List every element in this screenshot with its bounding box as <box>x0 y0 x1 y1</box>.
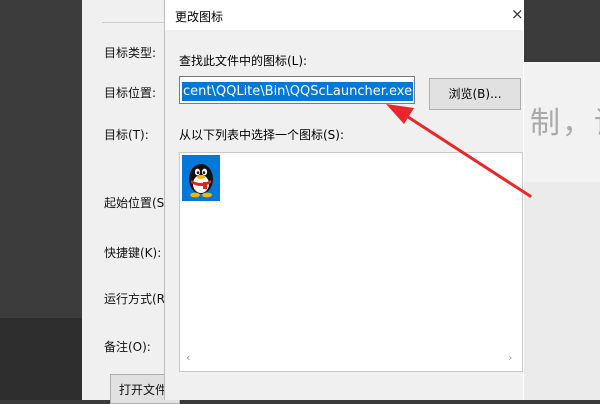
label-comment: 备注(O): <box>104 340 151 354</box>
label-target: 目标(T): <box>104 128 149 142</box>
label-shortcut-key: 快捷键(K): <box>104 246 162 260</box>
icon-file-path-input[interactable]: cent\QQLite\Bin\QQScLauncher.exe <box>179 76 415 104</box>
divider <box>102 22 164 23</box>
icon-list-label: 从以下列表中选择一个图标(S): <box>179 128 345 142</box>
qq-penguin-icon <box>189 164 213 198</box>
change-icon-dialog: 更改图标 × 查找此文件中的图标(L): cent\QQLite\Bin\QQS… <box>164 0 524 400</box>
selected-path-text: cent\QQLite\Bin\QQScLauncher.exe <box>182 82 414 101</box>
label-run-mode: 运行方式(R <box>104 292 166 306</box>
close-icon[interactable]: × <box>511 5 524 23</box>
icon-list[interactable]: ‹ › <box>179 152 523 372</box>
scroll-right-icon[interactable]: › <box>508 351 512 364</box>
background-page-text: 制，请 <box>530 106 600 141</box>
background-left-lower <box>0 318 82 400</box>
icon-list-item-selected[interactable] <box>182 155 220 201</box>
scroll-left-icon[interactable]: ‹ <box>186 351 190 364</box>
label-target-location: 目标位置: <box>104 86 157 100</box>
dialog-title: 更改图标 <box>175 10 224 24</box>
background-right-lower <box>522 182 600 400</box>
browse-button[interactable]: 浏览(B)... <box>429 78 521 110</box>
background-left <box>0 0 82 318</box>
find-icons-label: 查找此文件中的图标(L): <box>179 54 308 68</box>
shortcut-properties-panel: 目标类型: 目标位置: 目标(T): 起始位置(S 快捷键(K): 运行方式(R… <box>82 0 180 404</box>
label-start-location: 起始位置(S <box>104 196 165 210</box>
label-target-type: 目标类型: <box>104 46 157 60</box>
